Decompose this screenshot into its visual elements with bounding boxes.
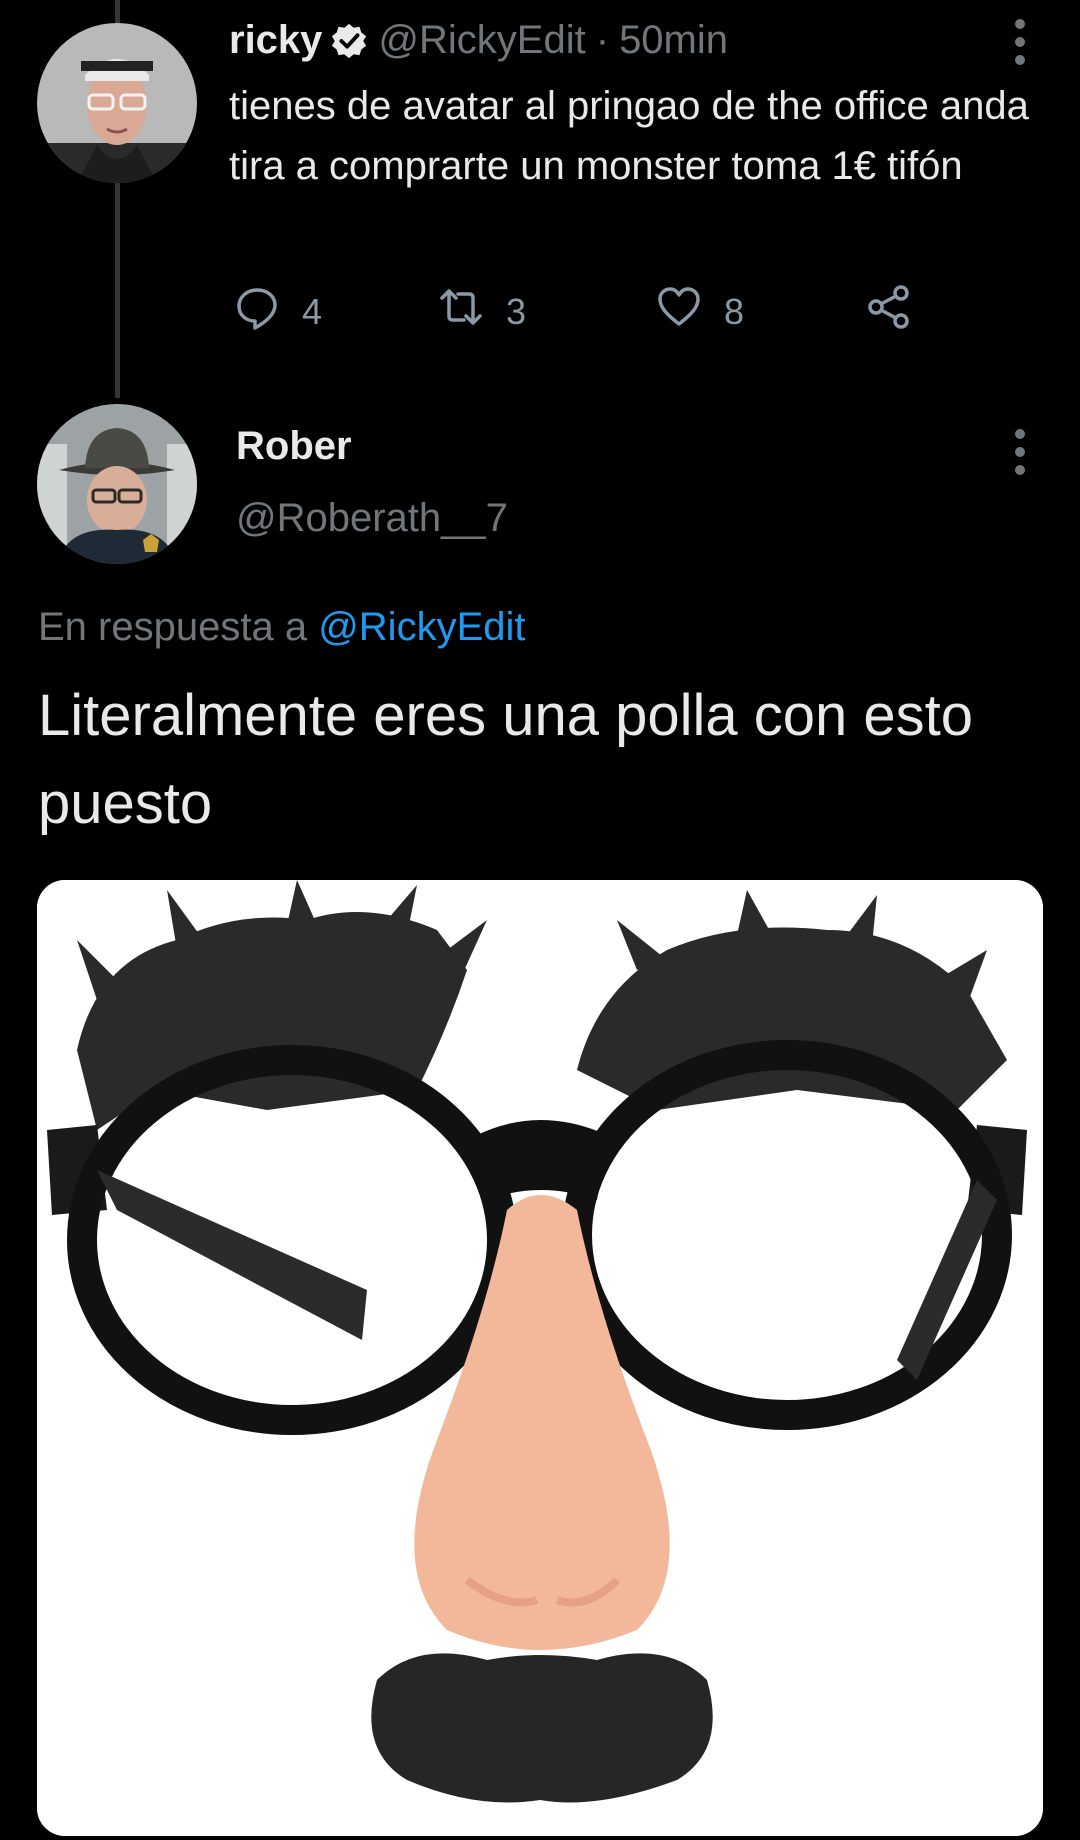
like-count: 8 xyxy=(724,290,745,332)
tweet1-text: tienes de avatar al pringao de the offic… xyxy=(229,84,1029,188)
reply-action[interactable]: 4 xyxy=(234,284,322,339)
tweet1-header: ricky @RickyEdit · 50min xyxy=(229,18,728,63)
tweet2-handle[interactable]: @Roberath__7 xyxy=(236,496,508,541)
retweet-icon xyxy=(438,284,506,339)
tweet2-display-name[interactable]: Rober xyxy=(236,424,352,469)
verified-badge-icon xyxy=(330,22,368,60)
like-icon xyxy=(656,284,724,339)
tweet1-handle[interactable]: @RickyEdit xyxy=(378,18,585,63)
tweet2-text: Literalmente eres una polla con esto pue… xyxy=(38,683,974,836)
retweet-count: 3 xyxy=(506,290,527,332)
retweet-action[interactable]: 3 xyxy=(438,284,526,339)
more-options-icon[interactable] xyxy=(1014,18,1026,66)
reply-context: En respuesta a @RickyEdit xyxy=(38,605,526,650)
reply-count: 4 xyxy=(302,290,323,332)
share-icon xyxy=(866,284,934,339)
tweet2-media-image[interactable] xyxy=(37,880,1043,1836)
avatar-rober[interactable] xyxy=(37,404,197,564)
tweet1-display-name[interactable]: ricky xyxy=(229,18,322,63)
tweet1-separator: · xyxy=(595,18,610,62)
reply-icon xyxy=(234,284,302,339)
reply-to-link[interactable]: @RickyEdit xyxy=(318,605,525,649)
mustache xyxy=(371,1653,713,1803)
reply-prefix: En respuesta a xyxy=(38,605,308,649)
avatar-ricky[interactable] xyxy=(37,23,197,183)
more-options-icon[interactable] xyxy=(1014,428,1026,476)
tweet1-timestamp[interactable]: 50min xyxy=(619,18,728,63)
like-action[interactable]: 8 xyxy=(656,284,744,339)
share-action[interactable] xyxy=(866,284,934,339)
